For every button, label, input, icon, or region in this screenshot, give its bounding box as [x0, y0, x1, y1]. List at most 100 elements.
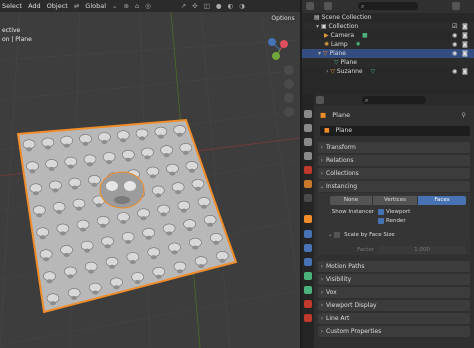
constraints-tab-icon[interactable]: [304, 272, 312, 280]
overlay-icon[interactable]: ↗: [181, 2, 186, 10]
search-icon: ⌕: [361, 3, 365, 10]
camera-icon[interactable]: ◙: [462, 22, 468, 31]
view-layer-tab-icon[interactable]: [304, 152, 312, 160]
object-name: Plane: [332, 111, 351, 119]
outliner-search-input[interactable]: ⌕: [358, 2, 418, 10]
outliner-row-plane-mesh[interactable]: ▽ Plane: [302, 58, 474, 67]
mesh-icon: ▽: [322, 50, 328, 57]
instancing-none-button[interactable]: None: [330, 196, 372, 205]
chevron-right-icon: ›: [320, 315, 324, 322]
scale-by-face-size-row[interactable]: ⌄ Scale by Face Size: [328, 231, 468, 240]
camera-icon[interactable]: ◙: [462, 67, 468, 76]
checkbox-unchecked-icon: [334, 231, 341, 238]
object-icon: ■: [320, 111, 327, 119]
outliner-row-camera[interactable]: ▶ Camera ■ ◉ ◙: [302, 31, 474, 40]
zoom-icon[interactable]: [284, 65, 294, 75]
panel-line-art[interactable]: › Line Art: [318, 313, 470, 324]
outliner-header: ⌕: [302, 0, 474, 13]
eye-icon[interactable]: ◉: [452, 67, 457, 76]
panel-instancing[interactable]: ⌄Instancing: [318, 181, 470, 192]
tool-tab-icon[interactable]: [304, 110, 312, 118]
outliner-row-plane[interactable]: ▾ ▽ Plane ◉ ◙: [302, 49, 474, 58]
outliner-row-scene-collection[interactable]: ▤ Scene Collection: [302, 13, 474, 22]
checkbox-icon[interactable]: ☑: [452, 22, 457, 31]
properties-search-input[interactable]: ⌕: [362, 96, 426, 104]
snap-icon[interactable]: ⌂: [135, 2, 139, 10]
render-tab-icon[interactable]: [304, 124, 312, 132]
checkbox-checked-icon: [378, 217, 384, 224]
ortho-toggle-icon[interactable]: [284, 107, 294, 117]
panel-vox[interactable]: › Vox: [318, 287, 470, 298]
camera-view-icon[interactable]: [284, 93, 294, 103]
particles-tab-icon[interactable]: [304, 244, 312, 252]
filter-icon[interactable]: [452, 2, 460, 10]
material-tab-icon[interactable]: [304, 300, 312, 308]
panel-custom-properties[interactable]: › Custom Properties: [318, 326, 470, 337]
pivot-icon[interactable]: ⊛: [123, 2, 128, 10]
object-tab-icon[interactable]: [304, 215, 312, 223]
menu-add[interactable]: Add: [28, 2, 41, 10]
chevron-right-icon[interactable]: ›: [326, 68, 328, 75]
render-checkbox[interactable]: Render: [378, 217, 458, 226]
chevron-down-icon[interactable]: ▾: [318, 50, 321, 57]
camera-icon[interactable]: ◙: [462, 31, 468, 40]
physics-tab-icon[interactable]: [304, 258, 312, 266]
viewport-checkbox[interactable]: Viewport: [378, 208, 458, 217]
pan-icon[interactable]: [284, 79, 294, 89]
chevron-right-icon: ›: [320, 263, 324, 270]
panel-visibility[interactable]: › Visibility: [318, 274, 470, 285]
outliner-mode-icon[interactable]: [306, 2, 314, 10]
scene-tab-icon[interactable]: [304, 166, 312, 174]
monkey-icon: ▽: [330, 68, 335, 75]
camera-icon[interactable]: ◙: [462, 40, 468, 49]
outliner-row-suzanne[interactable]: › ▽ Suzanne ▽ ◉ ◙: [302, 67, 474, 76]
camera-icon: ▶: [324, 32, 329, 39]
properties-mode-icon[interactable]: [316, 96, 324, 104]
checkbox-checked-icon: [378, 208, 384, 215]
panel-motion-paths[interactable]: › Motion Paths: [318, 261, 470, 272]
panel-transform[interactable]: › Transform: [318, 142, 470, 153]
outliner-row-collection[interactable]: ▾ ▣ Collection ☑ ◙: [302, 22, 474, 31]
orientation-dropdown[interactable]: Global: [85, 2, 106, 10]
panel-relations[interactable]: › Relations: [318, 155, 470, 166]
chevron-right-icon: ›: [320, 328, 324, 335]
panel-collections[interactable]: › Collections: [318, 168, 470, 179]
suzanne-object[interactable]: [99, 171, 145, 209]
instancing-vertices-button[interactable]: Vertices: [373, 196, 417, 205]
chevron-down-icon[interactable]: ▾: [316, 23, 319, 30]
collection-tab-icon[interactable]: [304, 194, 312, 202]
options-button[interactable]: Options: [270, 14, 296, 23]
camera-data-icon: ■: [362, 32, 368, 39]
data-tab-icon[interactable]: [304, 286, 312, 294]
world-tab-icon[interactable]: [304, 180, 312, 188]
chevron-right-icon: ›: [320, 157, 324, 164]
xray-icon[interactable]: ◫: [204, 2, 210, 10]
3d-viewport[interactable]: Select Add Object ⇄ Global ⌄ ⊛ ⌂ ◎ ↗ ✣ ◫…: [0, 0, 300, 348]
modifier-tab-icon[interactable]: [304, 230, 312, 238]
display-filter-icon[interactable]: [324, 2, 332, 10]
shading-material-icon[interactable]: ◐: [227, 2, 233, 10]
eye-icon[interactable]: ◉: [452, 49, 457, 58]
eye-icon[interactable]: ◉: [452, 40, 457, 49]
menu-select[interactable]: Select: [2, 2, 22, 10]
texture-tab-icon[interactable]: [304, 314, 312, 322]
eye-icon[interactable]: ◉: [452, 31, 457, 40]
shading-render-icon[interactable]: ◑: [239, 2, 245, 10]
gizmo-icon[interactable]: ✣: [192, 2, 197, 10]
show-instancer-label: Show Instancer: [331, 209, 374, 215]
panel-viewport-display[interactable]: › Viewport Display: [318, 300, 470, 311]
chevron-right-icon: ›: [320, 289, 324, 296]
object-name-field[interactable]: ■ Plane: [320, 126, 470, 136]
shading-solid-icon[interactable]: ●: [216, 2, 222, 10]
factor-field[interactable]: 1.000: [378, 246, 466, 254]
output-tab-icon[interactable]: [304, 138, 312, 146]
instancing-faces-button[interactable]: Faces: [418, 196, 466, 205]
transform-icon[interactable]: ⇄: [74, 2, 79, 10]
outliner-row-lamp[interactable]: ✺ Lamp ✹ ◉ ◙: [302, 40, 474, 49]
proportional-edit-icon[interactable]: ◎: [145, 2, 151, 10]
menu-object[interactable]: Object: [47, 2, 68, 10]
pin-icon[interactable]: ⚲: [461, 110, 466, 120]
camera-icon[interactable]: ◙: [462, 49, 468, 58]
factor-label: Factor: [357, 247, 374, 253]
mesh-data-icon: ▽: [334, 59, 339, 66]
